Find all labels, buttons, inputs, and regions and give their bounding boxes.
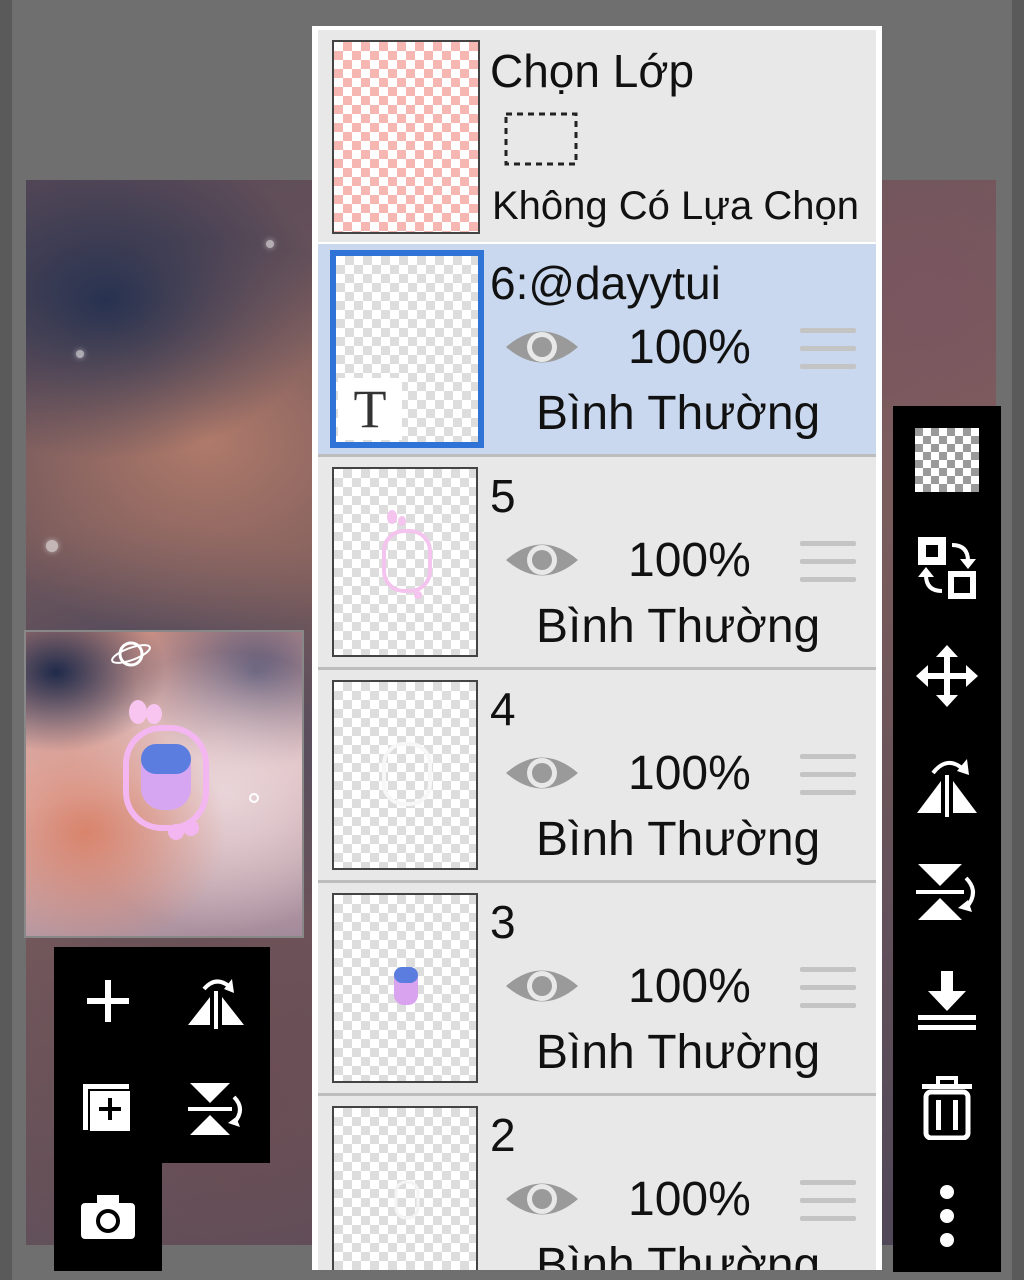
visibility-eye-icon[interactable] [504,535,580,585]
drag-handle-icon[interactable] [800,967,856,1013]
flip-horizontal-button[interactable] [893,730,1001,838]
drag-handle-icon[interactable] [800,1180,856,1226]
layer-panel: Chọn Lớp Không Có Lựa Chọn T 6:@dayytui … [312,26,882,1270]
selection-marquee-icon [504,112,578,166]
merge-down-icon [918,971,976,1030]
flip-layer-horizontal-button[interactable] [162,947,270,1055]
preview-artwork [111,641,259,840]
camera-button[interactable] [54,1163,162,1271]
more-vert-icon [940,1185,954,1247]
selection-status: Không Có Lựa Chọn [492,184,860,228]
layer-opacity[interactable]: 100% [628,533,751,588]
visibility-eye-icon[interactable] [504,748,580,798]
layer-name: 3 [490,896,516,948]
canvas-star [76,350,84,358]
trash-icon [922,1076,972,1140]
layer-row[interactable]: T 6:@dayytui 100% Bình Thường [318,244,876,457]
layer-name: 4 [490,683,516,735]
layer-opacity[interactable]: 100% [628,959,751,1014]
visibility-eye-icon[interactable] [504,961,580,1011]
flip-layer-vertical-button[interactable] [162,1055,270,1163]
layer-name: 2 [490,1109,516,1161]
layer-opacity[interactable]: 100% [628,320,751,375]
add-layer-icon [87,980,129,1022]
drag-handle-icon[interactable] [800,328,856,374]
swap-layer-icon [918,537,976,599]
flip-vertical-icon [188,1083,242,1135]
selection-thumbnail [332,40,480,234]
visibility-eye-icon[interactable] [504,322,580,372]
layer-row[interactable]: 3 100% Bình Thường [318,883,876,1096]
layer-blend-mode[interactable]: Bình Thường [536,386,820,441]
layer-blend-mode[interactable]: Bình Thường [536,812,820,867]
drag-handle-icon[interactable] [800,754,856,800]
layer-name: 5 [490,470,516,522]
layer-content-preview [382,742,432,806]
layer-thumbnail [332,680,478,870]
layer-thumbnail [332,893,478,1083]
layer-content-preview [394,1180,420,1220]
camera-icon [81,1195,135,1239]
layer-thumbnail [332,467,478,657]
canvas-preview[interactable] [24,630,304,938]
move-layer-button[interactable] [893,622,1001,730]
selection-title: Chọn Lớp [490,45,695,97]
layer-actions-toolbar [893,406,1001,1272]
add-layer-button[interactable] [54,947,162,1055]
layer-name: 6:@dayytui [490,257,721,309]
transparency-button[interactable] [893,406,1001,514]
layer-content-preview [394,967,418,1005]
layer-blend-mode[interactable]: Bình Thường [536,1025,820,1080]
move-icon [916,645,978,707]
layer-row[interactable]: 5 100% Bình Thường [318,457,876,670]
flip-horizontal-icon [188,979,244,1029]
merge-down-button[interactable] [893,946,1001,1054]
layer-opacity[interactable]: 100% [628,1172,751,1227]
layer-blend-mode[interactable]: Bình Thường [536,1238,820,1270]
selection-layer-row[interactable]: Chọn Lớp Không Có Lựa Chọn [318,30,876,242]
text-layer-icon: T [338,378,402,440]
layer-opacity[interactable]: 100% [628,746,751,801]
layer-row[interactable]: 4 100% Bình Thường [318,670,876,883]
layer-thumbnail [332,1106,478,1270]
layer-row[interactable]: 2 100% Bình Thường [318,1096,876,1270]
canvas-star [46,540,58,552]
layer-content-preview [382,510,432,599]
flip-vertical-button[interactable] [893,838,1001,946]
add-copy-layer-button[interactable] [54,1055,162,1163]
layer-blend-mode[interactable]: Bình Thường [536,599,820,654]
drag-handle-icon[interactable] [800,541,856,587]
transparency-icon [915,428,979,492]
layer-thumbnail: T [330,250,484,448]
more-options-button[interactable] [893,1162,1001,1270]
delete-layer-button[interactable] [893,1054,1001,1162]
canvas-star [266,240,274,248]
flip-vertical-icon [916,864,975,920]
visibility-eye-icon[interactable] [504,1174,580,1224]
add-copy-layer-icon [83,1084,132,1133]
swap-layer-button[interactable] [893,514,1001,622]
flip-horizontal-icon [917,759,977,817]
